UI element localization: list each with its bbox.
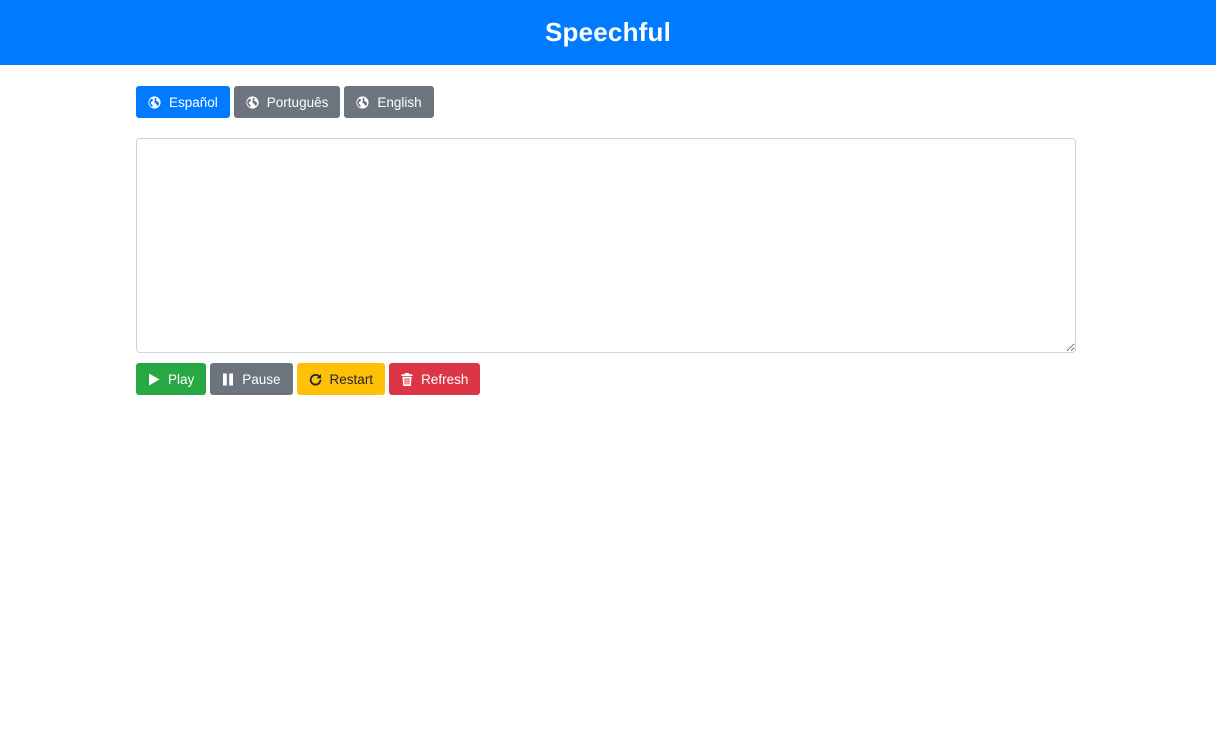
globe-icon	[356, 95, 369, 109]
playback-controls: Play Pause Restart Refresh	[136, 363, 1076, 395]
language-label: Português	[266, 94, 329, 110]
redo-icon	[309, 373, 322, 386]
play-icon	[148, 373, 160, 386]
pause-button[interactable]: Pause	[210, 363, 293, 395]
text-area-wrapper	[136, 138, 1076, 353]
restart-button[interactable]: Restart	[296, 363, 386, 395]
app-title: Speechful	[544, 17, 672, 47]
refresh-label: Refresh	[421, 371, 469, 387]
restart-label: Restart	[329, 371, 374, 387]
language-button-portugues[interactable]: Português	[233, 86, 341, 118]
trash-icon	[401, 372, 413, 386]
play-label: Play	[168, 371, 195, 387]
main-container: Español Português English Play Pause Res…	[136, 65, 1076, 395]
language-label: English	[377, 94, 422, 110]
language-button-english[interactable]: English	[344, 86, 434, 118]
globe-icon	[148, 95, 161, 109]
refresh-button[interactable]: Refresh	[389, 363, 481, 395]
pause-label: Pause	[242, 371, 281, 387]
play-button[interactable]: Play	[136, 363, 207, 395]
globe-icon	[246, 95, 259, 109]
app-header: Speechful	[0, 0, 1216, 65]
language-button-espanol[interactable]: Español	[136, 86, 230, 118]
pause-icon	[222, 373, 234, 386]
speech-text-input[interactable]	[136, 138, 1076, 353]
language-label: Español	[169, 94, 218, 110]
language-selector: Español Português English	[136, 86, 1076, 118]
